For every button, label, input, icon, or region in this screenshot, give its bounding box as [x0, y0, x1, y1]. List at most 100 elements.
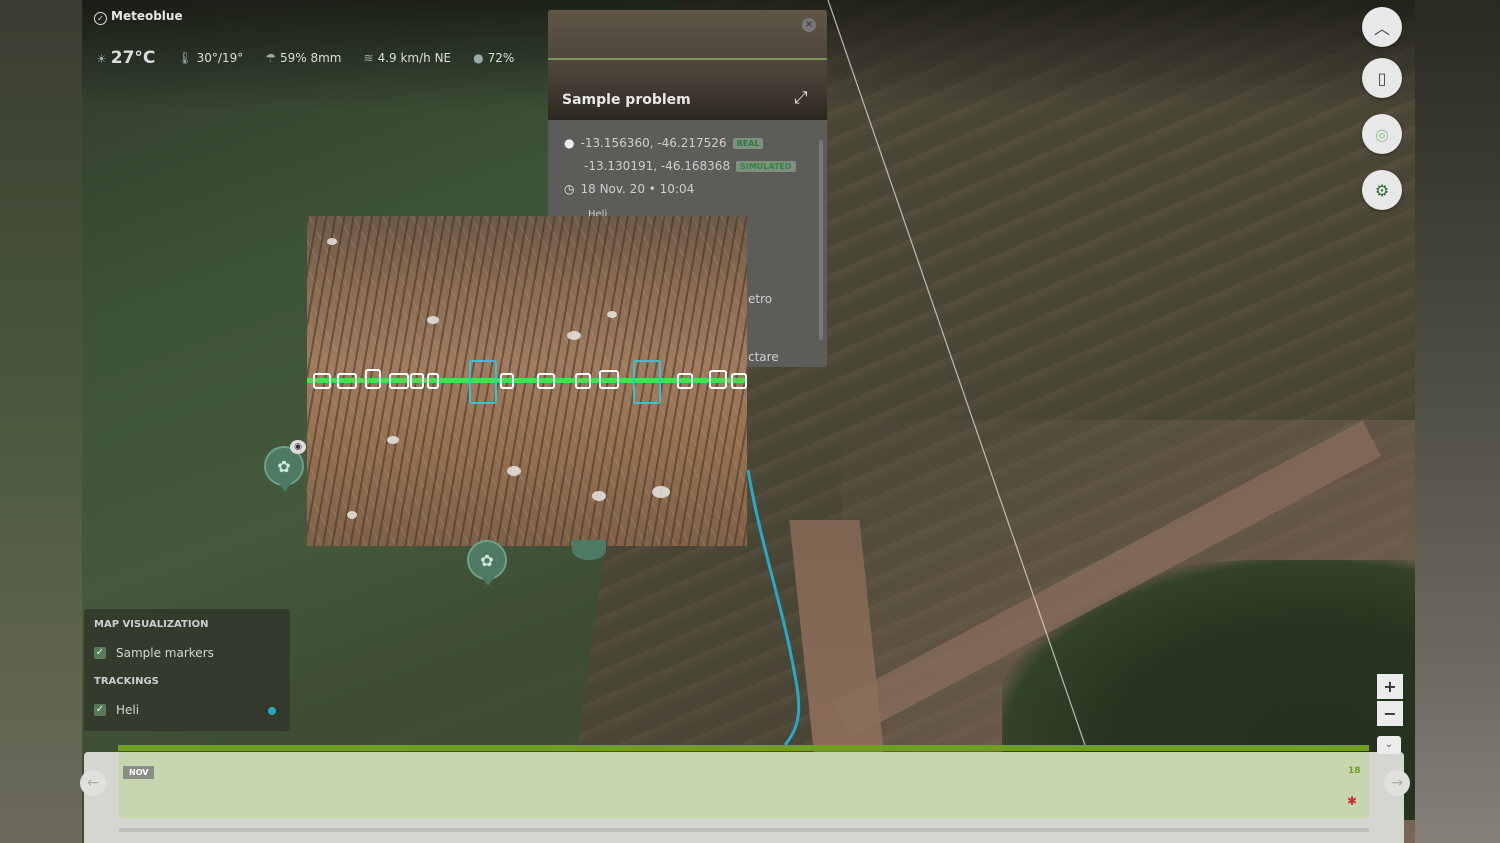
document-icon: ▯ — [1377, 68, 1387, 88]
checkbox-checked-icon[interactable]: ✓ — [94, 647, 106, 659]
weather-humidity: ● 72% — [473, 51, 514, 65]
location-pin-icon: ● — [564, 136, 575, 150]
timeline-next-button[interactable]: → — [1384, 770, 1410, 796]
checkbox-checked-icon[interactable]: ✓ — [94, 704, 106, 716]
simulated-tag: SIMULATED — [736, 160, 796, 172]
timeline-track[interactable] — [119, 752, 1369, 818]
plant-detection-box — [365, 369, 381, 389]
plant-detection-box — [427, 373, 439, 389]
soil-debris — [607, 311, 617, 318]
plant-detection-box — [537, 373, 555, 389]
plus-icon: + — [1383, 677, 1397, 696]
minmax-value: 30°/19° — [196, 51, 244, 65]
plant-icon: ✿ — [277, 456, 291, 476]
soil-debris — [507, 466, 521, 476]
expand-icon[interactable]: ⤢ — [794, 88, 808, 108]
datetime-value: 18 Nov. 20 • 10:04 — [580, 182, 695, 196]
weather-precip: ☂ 59% 8mm — [265, 51, 341, 65]
chevron-down-icon: ⌄ — [1384, 739, 1394, 750]
rain-icon: ☂ — [265, 51, 276, 65]
plant-detection-box — [500, 373, 514, 389]
weather-brand-label: Meteoblue — [111, 9, 183, 23]
soil-debris — [567, 331, 581, 340]
map-visualization-header: MAP VISUALIZATION — [94, 619, 209, 630]
coord-sim-row: -13.130191, -46.168368 SIMULATED — [584, 159, 796, 173]
coord-sim-value: -13.130191, -46.168368 — [584, 159, 731, 173]
real-tag: REAL — [732, 137, 764, 149]
sample-photo-overlay[interactable] — [307, 216, 747, 546]
weather-minmax: 🌡 30°/19° — [177, 51, 243, 65]
radar-icon: ◎ — [1375, 124, 1389, 144]
radar-button[interactable]: ◎ — [1362, 114, 1402, 154]
heli-tracking-path — [746, 469, 801, 746]
wind-icon: ≋ — [363, 51, 374, 65]
soil-debris — [592, 491, 606, 501]
plant-icon: ✿ — [480, 550, 494, 570]
report-button[interactable]: ▯ — [1362, 58, 1402, 98]
clock-icon: ◷ — [564, 182, 575, 196]
trackings-header: TRACKINGS — [94, 676, 159, 687]
thumbnail-detection-strip — [548, 58, 827, 72]
timeline-scrollbar[interactable] — [119, 828, 1369, 832]
partly-cloudy-icon: ☀ — [96, 52, 107, 66]
weather-wind: ≋ 4.9 km/h NE — [364, 51, 452, 65]
plant-detection-box — [575, 373, 591, 389]
arrow-left-icon: ← — [87, 775, 99, 791]
soil-debris — [327, 238, 337, 245]
panel-scrollbar[interactable] — [819, 140, 823, 340]
collapse-up-button[interactable]: ︿ — [1362, 7, 1402, 47]
soil-debris — [347, 511, 357, 519]
check-circle-icon: ✓ — [94, 12, 107, 25]
wind-value: 4.9 km/h NE — [377, 51, 452, 65]
map-legend: MAP VISUALIZATION ✓ Sample markers TRACK… — [84, 609, 290, 731]
close-icon: × — [804, 19, 814, 30]
humidity-value: 72% — [487, 51, 515, 65]
plant-detection-box — [337, 373, 357, 389]
pest-event-icon[interactable]: ✱ — [1344, 794, 1360, 810]
weather-temperature: ☀ 27°C — [96, 48, 155, 68]
temperature-value: 27°C — [110, 48, 156, 68]
heli-tracking-toggle[interactable]: ✓ Heli — [94, 703, 139, 717]
thermometer-icon: 🌡 — [177, 51, 193, 65]
plant-detection-box — [731, 373, 747, 389]
zoom-in-button[interactable]: + — [1377, 674, 1403, 699]
datetime-row: ◷ 18 Nov. 20 • 10:04 — [564, 182, 694, 196]
timeline-month-label: NOV — [123, 766, 155, 779]
heli-label: Heli — [116, 703, 140, 717]
coord-real-value: -13.156360, -46.217526 — [580, 136, 727, 150]
plant-detection-box — [677, 373, 693, 389]
plant-detection-box — [389, 373, 409, 389]
weather-bar: ☀ 27°C 🌡 30°/19° ☂ 59% 8mm ≋ 4.9 km/h NE ● 72… — [96, 48, 514, 68]
boundary-line — [827, 0, 1086, 746]
weather-brand[interactable]: ✓ Meteoblue — [94, 9, 183, 25]
close-panel-button[interactable]: × — [802, 18, 816, 32]
droplet-icon: ● — [473, 51, 484, 65]
panel-title: Sample problem — [562, 92, 691, 108]
soil-debris — [652, 486, 670, 498]
soil-debris — [427, 316, 439, 324]
problem-detection-box — [469, 360, 497, 404]
partial-metro: etro — [748, 292, 773, 306]
timeline-prev-button[interactable]: ← — [80, 770, 106, 796]
zoom-out-button[interactable]: − — [1377, 701, 1403, 726]
sample-markers-toggle[interactable]: ✓ Sample markers — [94, 646, 214, 660]
timeline-collapse-button[interactable]: ⌄ — [1377, 736, 1401, 754]
timeline-range-bar[interactable] — [118, 745, 1369, 751]
tractor-button[interactable]: ⚙ — [1362, 170, 1402, 210]
problem-detection-box — [633, 360, 661, 404]
chevron-up-icon: ︿ — [1373, 19, 1390, 38]
partial-hectare: ctare — [748, 350, 779, 364]
plant-detection-box — [313, 373, 331, 389]
soil-debris — [387, 436, 399, 444]
plant-detection-box — [709, 370, 727, 389]
sample-marker[interactable]: ✿ — [467, 540, 507, 586]
precip-value: 59% 8mm — [280, 51, 342, 65]
minus-icon: − — [1383, 704, 1397, 723]
sample-marker-partial[interactable] — [572, 540, 606, 560]
sample-markers-label: Sample markers — [116, 646, 214, 660]
tractor-icon: ⚙ — [1374, 180, 1390, 200]
heli-color-dot — [268, 707, 276, 715]
plant-detection-box — [599, 370, 619, 389]
camera-icon: ◉ — [290, 440, 306, 454]
arrow-right-icon: → — [1391, 775, 1403, 791]
